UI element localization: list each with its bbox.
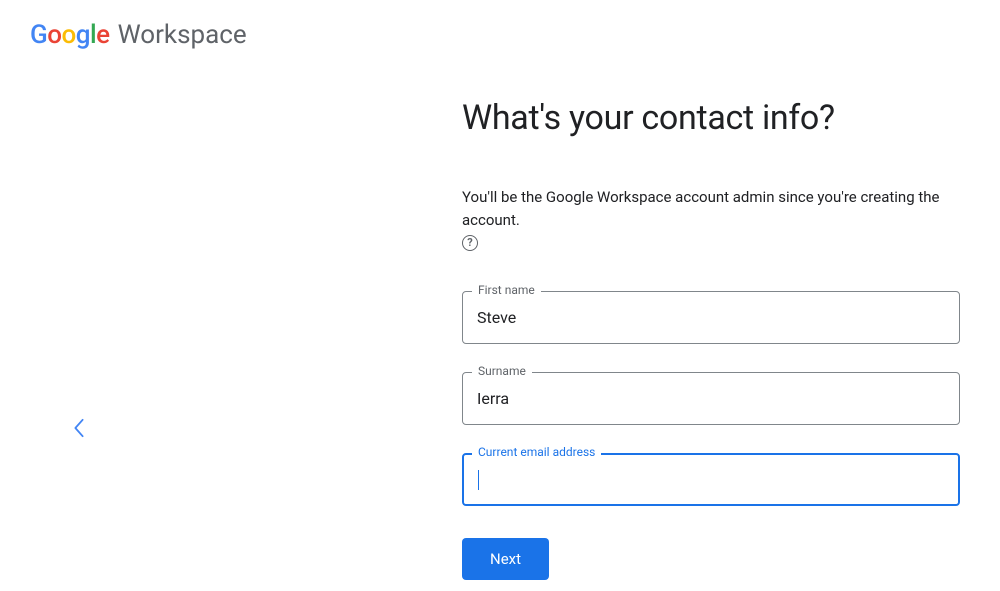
page-subtitle: You'll be the Google Workspace account a… [462,186,960,251]
surname-field-group: Surname [462,372,960,425]
email-input[interactable] [462,453,960,506]
surname-input[interactable] [462,372,960,425]
workspace-product-label: Workspace [118,20,247,50]
first-name-field-group: First name [462,291,960,344]
email-label: Current email address [472,445,601,459]
page-title: What's your contact info? [462,98,960,138]
chevron-left-icon [72,419,86,444]
main-content: What's your contact info? You'll be the … [462,98,960,580]
google-logo: Google [30,20,110,50]
surname-label: Surname [472,364,532,378]
first-name-label: First name [472,283,541,297]
next-button[interactable]: Next [462,538,549,580]
header: Google Workspace [0,0,1000,70]
google-workspace-logo: Google Workspace [30,20,970,50]
text-cursor [478,470,479,490]
back-button[interactable] [72,418,86,444]
subtitle-text: You'll be the Google Workspace account a… [462,186,960,231]
email-field-group: Current email address [462,453,960,506]
help-circle-icon[interactable]: ? [462,235,478,251]
first-name-input[interactable] [462,291,960,344]
